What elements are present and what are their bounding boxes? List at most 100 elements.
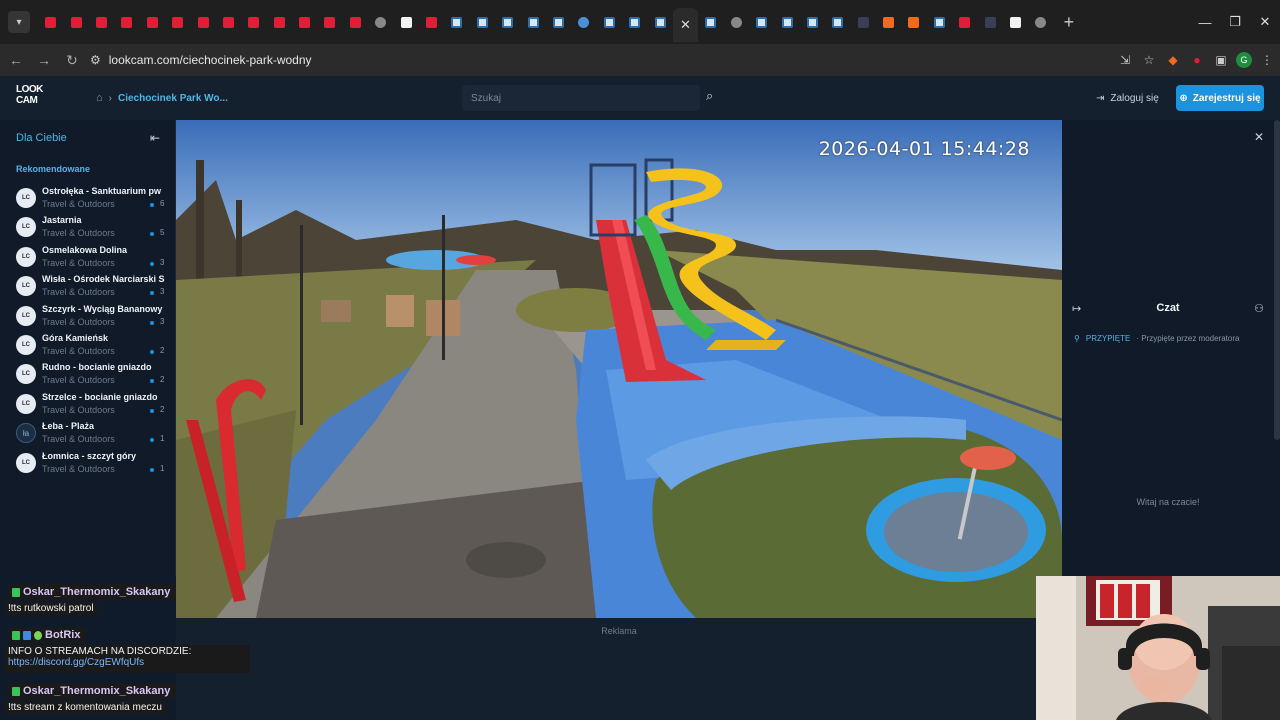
- browser-tab[interactable]: [216, 7, 241, 37]
- login-button[interactable]: ⇥ Zaloguj się: [1096, 88, 1159, 108]
- tab-favicon-icon: [806, 16, 818, 28]
- browser-tab[interactable]: [952, 7, 977, 37]
- camera-avatar: LC: [16, 334, 36, 355]
- browser-tab[interactable]: [800, 7, 825, 37]
- browser-tab[interactable]: [89, 7, 114, 37]
- browser-tab[interactable]: [901, 7, 926, 37]
- extension-orange-icon[interactable]: ◆: [1164, 53, 1182, 67]
- browser-tab[interactable]: [114, 7, 139, 37]
- tab-favicon-icon: [375, 16, 387, 28]
- live-dot-icon: [150, 467, 154, 472]
- browser-tab[interactable]: [292, 7, 317, 37]
- browser-tab[interactable]: [520, 7, 545, 37]
- profile-avatar[interactable]: G: [1236, 52, 1252, 68]
- browser-tab[interactable]: [317, 7, 342, 37]
- register-button[interactable]: ⊕ Zarejestruj się: [1176, 85, 1264, 111]
- forward-icon[interactable]: →: [32, 52, 56, 68]
- close-window-icon[interactable]: ✕: [1250, 14, 1280, 30]
- minimize-icon[interactable]: —: [1190, 15, 1220, 30]
- browser-tab[interactable]: [267, 7, 292, 37]
- sidebar-item[interactable]: LC Łomnica - szczyt góry Travel & Outdoors…: [14, 449, 174, 478]
- reload-icon[interactable]: ↻: [60, 52, 84, 69]
- home-icon[interactable]: ⌂: [96, 92, 103, 104]
- browser-tab[interactable]: [927, 7, 952, 37]
- extension-red-icon[interactable]: ●: [1188, 53, 1206, 67]
- chat-users-icon[interactable]: ⚇: [1254, 302, 1264, 315]
- browser-tab[interactable]: [470, 7, 495, 37]
- back-icon[interactable]: ←: [4, 52, 28, 68]
- browser-tab[interactable]: [546, 7, 571, 37]
- discord-link[interactable]: https://discord.gg/CzgEWfqUfs: [8, 657, 246, 668]
- restore-icon[interactable]: ❐: [1220, 14, 1250, 30]
- browser-tab[interactable]: [774, 7, 799, 37]
- browser-tab[interactable]: [622, 7, 647, 37]
- close-tab-icon[interactable]: ✕: [680, 17, 691, 33]
- kick-badge-icon: [12, 630, 20, 640]
- collapse-sidebar-icon[interactable]: ⇤: [150, 131, 160, 145]
- new-tab-button[interactable]: +: [1064, 12, 1075, 33]
- lookcam-logo[interactable]: LOOK CAM: [16, 84, 52, 112]
- browser-tab[interactable]: [977, 7, 1002, 37]
- chat-message: !tts rutkowski patrol: [4, 602, 98, 615]
- browser-tab[interactable]: [140, 7, 165, 37]
- sidebar-item[interactable]: LC Szczyrk - Wyciąg Bananowy Travel & Outd…: [14, 302, 174, 331]
- browser-tab[interactable]: [368, 7, 393, 37]
- sidebar-item[interactable]: LC Rudno - bocianie gniazdo Travel & Outdo…: [14, 360, 174, 389]
- browser-tab[interactable]: [1003, 7, 1028, 37]
- browser-tab[interactable]: [825, 7, 850, 37]
- search-icon[interactable]: ⌕: [706, 88, 724, 108]
- tab-favicon-icon: [248, 16, 260, 28]
- ad-label: Reklama: [601, 626, 637, 636]
- browser-tab[interactable]: [597, 7, 622, 37]
- pinned-description: · Przypięte przez moderatora: [1136, 334, 1240, 343]
- browser-tab[interactable]: [876, 7, 901, 37]
- install-app-icon[interactable]: ⇲: [1116, 53, 1134, 67]
- bookmark-star-icon[interactable]: ☆: [1140, 53, 1158, 67]
- browser-tab[interactable]: [393, 7, 418, 37]
- browser-menu-icon[interactable]: ⋮: [1258, 53, 1276, 67]
- browser-tab[interactable]: [851, 7, 876, 37]
- tab-search-dropdown-icon[interactable]: ▾: [8, 11, 30, 33]
- sidebar-item[interactable]: LC Osmelakowa Dolina Travel & Outdoors 3: [14, 243, 174, 272]
- pinned-messages[interactable]: ⚲ PRZYPIĘTE · Przypięte przez moderatora: [1074, 334, 1239, 343]
- browser-tab[interactable]: [38, 7, 63, 37]
- browser-tab[interactable]: [190, 7, 215, 37]
- browser-tab[interactable]: [495, 7, 520, 37]
- sidebar-item[interactable]: LC Jastarnia Travel & Outdoors 5: [14, 213, 174, 242]
- browser-tab[interactable]: [241, 7, 266, 37]
- site-info-icon[interactable]: ⚙: [90, 53, 101, 67]
- browser-tab[interactable]: [647, 7, 672, 37]
- chat-message: INFO O STREAMACH NA DISCORDZIE: https://…: [4, 645, 250, 673]
- browser-tab[interactable]: ✕: [672, 8, 699, 42]
- browser-tab[interactable]: [63, 7, 88, 37]
- tab-favicon-icon: [146, 16, 158, 28]
- sidebar-item[interactable]: LC Ostrołęka - Sanktuarium pw Travel & Out…: [14, 184, 174, 213]
- browser-tab[interactable]: [419, 7, 444, 37]
- tab-favicon-icon: [45, 16, 57, 28]
- browser-tab[interactable]: [343, 7, 368, 37]
- chevron-right-icon: ›: [108, 92, 112, 104]
- camera-video-player[interactable]: 2026-04-01 15:44:28: [176, 120, 1062, 618]
- sidebar-item[interactable]: LC Góra Kamieńsk Travel & Outdoors 2: [14, 331, 174, 360]
- browser-tab[interactable]: [571, 7, 596, 37]
- browser-tab[interactable]: [165, 7, 190, 37]
- tab-favicon-icon: [1010, 16, 1022, 28]
- sidebar-item[interactable]: LC Strzelce - bocianie gniazdo Travel & Ou…: [14, 390, 174, 419]
- tab-favicon-icon: [908, 16, 920, 28]
- browser-tab[interactable]: [698, 7, 723, 37]
- search-input[interactable]: Szukaj: [462, 85, 700, 111]
- breadcrumb-current[interactable]: Ciechocinek Park Wo...: [118, 93, 228, 104]
- browser-tab[interactable]: [444, 7, 469, 37]
- browser-tab[interactable]: [749, 7, 774, 37]
- camera-category: Travel & Outdoors: [42, 287, 115, 298]
- page-scrollbar[interactable]: [1274, 120, 1280, 440]
- sidebar-item[interactable]: LC Wisła - Ośrodek Narciarski S Travel & O…: [14, 272, 174, 301]
- browser-tab[interactable]: [1028, 7, 1053, 37]
- tab-favicon-icon: [781, 16, 793, 28]
- browser-tab[interactable]: [724, 7, 749, 37]
- close-panel-icon[interactable]: ✕: [1254, 130, 1264, 144]
- sidebar-item[interactable]: ła Łeba - Plaża Travel & Outdoors 1: [14, 419, 174, 448]
- tab-favicon-icon: [222, 16, 234, 28]
- extensions-puzzle-icon[interactable]: ▣: [1212, 53, 1230, 67]
- url-field[interactable]: ⚙ lookcam.com/ciechocinek-park-wodny: [90, 48, 1090, 72]
